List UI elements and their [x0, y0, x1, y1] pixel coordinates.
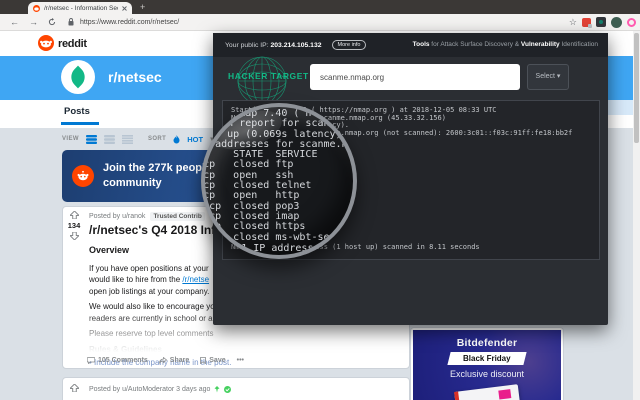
post-body-text: would like to hire from the [89, 275, 182, 284]
reddit-wordmark[interactable]: reddit [58, 38, 87, 50]
reload-icon[interactable] [48, 18, 56, 26]
netsec-leaf-icon [67, 66, 90, 89]
tab-title: /r/netsec - Information Sec [44, 5, 118, 12]
comments-button[interactable]: 105 Comments [87, 357, 148, 364]
post-card-2[interactable]: Posted by u/AutoModerator 3 days ago [62, 377, 410, 400]
share-button[interactable]: Share [159, 357, 189, 364]
padlock-icon[interactable] [68, 18, 74, 26]
page-scrollbar-thumb[interactable] [634, 33, 639, 143]
more-options-button[interactable]: ••• [237, 357, 244, 364]
bitdefender-ad[interactable]: Bitdefender Black Friday Exclusive disco… [413, 330, 561, 400]
browser-tab[interactable]: /r/netsec - Information Sec [28, 2, 132, 14]
downvote-icon[interactable] [70, 232, 79, 240]
target-search-input[interactable] [310, 64, 520, 90]
browser-toolbar: ← → https://www.reddit.com/r/netsec/ ☆ [0, 14, 640, 31]
banner-art-fragment [606, 100, 634, 115]
sort-label: SORT [148, 136, 166, 142]
sort-hot-button[interactable]: HOT [187, 135, 203, 144]
reddit-favicon [33, 5, 40, 12]
ad-black-friday-banner: Black Friday [447, 352, 526, 365]
post-meta[interactable]: Posted by u/ranok [89, 213, 145, 220]
ad-subtitle: Exclusive discount [413, 369, 561, 379]
browser-tab-bar: /r/netsec - Information Sec + [0, 0, 640, 14]
url-text[interactable]: https://www.reddit.com/r/netsec/ [80, 19, 179, 26]
extension-icon-pink[interactable] [627, 18, 636, 27]
popup-header: Your public IP: 203.214.105.132 More inf… [213, 33, 608, 57]
comments-label: 105 Comments [98, 357, 148, 364]
hackertarget-extension-icon[interactable] [596, 17, 606, 27]
pinned-icon [214, 386, 220, 393]
profile-avatar[interactable] [611, 17, 622, 28]
tab-close-icon[interactable] [122, 6, 127, 11]
reddit-logo-icon[interactable] [38, 35, 54, 51]
loupe-magnified-output: Starting Nmap 7.40 ( https://nmap.org ) … [201, 109, 357, 243]
author-badge: Trusted Contrib [150, 212, 204, 221]
more-info-button[interactable]: More info [332, 40, 367, 50]
hackertarget-brand: HACKER TARGET [228, 71, 309, 81]
posts-tab-underline [61, 122, 99, 125]
comment-icon [87, 357, 95, 364]
share-icon [159, 357, 167, 364]
tab-posts[interactable]: Posts [64, 106, 90, 117]
subreddit-avatar[interactable] [61, 60, 95, 94]
promo-text-line2: community [103, 176, 211, 191]
post-score: 134 [68, 221, 81, 230]
hot-flame-icon [173, 135, 180, 144]
share-label: Share [170, 357, 189, 364]
bookmark-star-icon[interactable]: ☆ [569, 17, 577, 28]
view-label: VIEW [62, 136, 79, 142]
post2-meta[interactable]: Posted by u/AutoModerator 3 days ago [89, 386, 210, 393]
snoo-icon [72, 165, 94, 187]
classic-view-icon[interactable] [104, 135, 115, 144]
extension-icon-red[interactable] [582, 18, 591, 27]
public-ip-value: 203.214.105.132 [270, 42, 321, 49]
compact-view-icon[interactable] [122, 135, 133, 144]
upvote-icon[interactable] [70, 384, 79, 392]
ad-brand: Bitdefender [413, 337, 561, 349]
new-tab-button[interactable]: + [140, 3, 145, 12]
post-title[interactable]: /r/netsec's Q4 2018 Info [89, 223, 223, 237]
back-icon[interactable]: ← [10, 18, 19, 27]
magnifier-loupe: Starting Nmap 7.40 ( https://nmap.org ) … [201, 103, 357, 259]
save-bookmark-icon [200, 357, 206, 364]
upvote-icon[interactable] [70, 211, 79, 219]
tool-select-dropdown[interactable]: Select ▾ [527, 64, 569, 90]
card-view-icon[interactable] [86, 135, 97, 144]
save-label: Save [209, 357, 225, 364]
promo-text-line1: Join the 277k people [103, 161, 211, 176]
save-button[interactable]: Save [200, 357, 225, 364]
public-ip-text: Your public IP: 203.214.105.132 [225, 42, 322, 49]
moderator-icon [224, 386, 231, 393]
ad-product-box-image [454, 384, 520, 400]
forward-icon[interactable]: → [29, 18, 38, 27]
popup-tagline: Tools for Attack Surface Discovery & Vul… [413, 41, 598, 48]
sidebar-ad-card[interactable]: Bitdefender Black Friday Exclusive disco… [410, 327, 564, 400]
post-body-link[interactable]: /r/netse [182, 275, 209, 284]
loupe-magnified-done-line: Nmap done: 1 IP address (1 host up) scan… [201, 243, 357, 254]
subreddit-title: r/netsec [108, 69, 162, 85]
